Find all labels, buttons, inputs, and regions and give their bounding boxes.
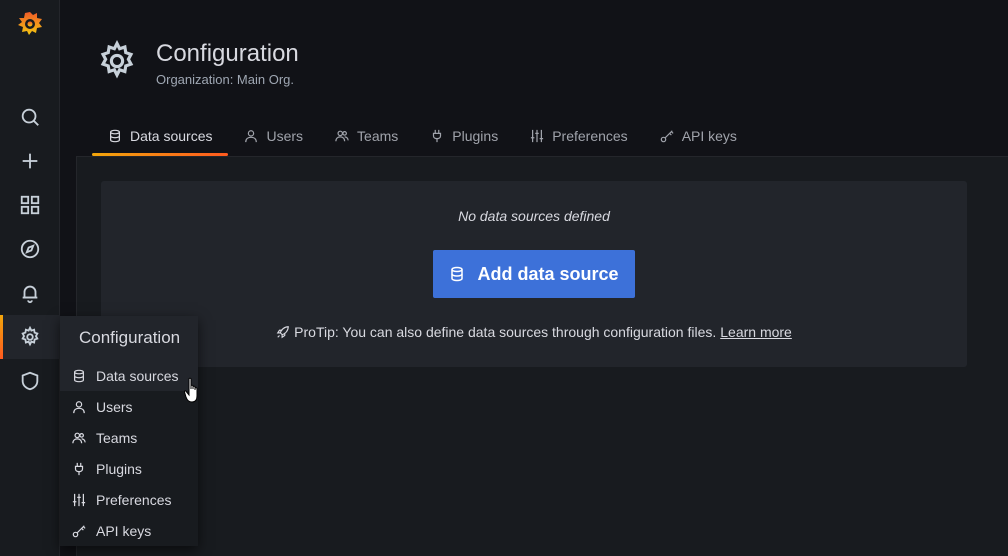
tab-preferences[interactable]: Preferences: [514, 118, 643, 156]
dropdown-item-label: API keys: [96, 522, 152, 539]
dropdown-item-label: Teams: [96, 429, 138, 446]
dropdown-item-label: Users: [96, 398, 133, 415]
dropdown-item-teams[interactable]: Teams: [60, 422, 198, 453]
sliders-icon: [72, 493, 86, 506]
dropdown-item-users[interactable]: Users: [60, 391, 198, 422]
nav-dashboards[interactable]: [0, 183, 60, 227]
rocket-icon: [276, 326, 289, 339]
dropdown-item-data-sources[interactable]: Data sources: [60, 360, 198, 391]
plug-icon: [433, 129, 442, 143]
nav-alerting[interactable]: [0, 271, 60, 315]
add-data-source-button[interactable]: Add data source: [433, 250, 635, 298]
tab-bar: Data sources Users Teams Plugins Prefere…: [92, 118, 753, 156]
bell-icon: [22, 285, 38, 304]
tab-plugins[interactable]: Plugins: [414, 118, 514, 156]
database-icon: [74, 369, 84, 382]
empty-list-card: No data sources defined Add data source …: [101, 181, 967, 367]
dropdown-item-preferences[interactable]: Preferences: [60, 484, 198, 515]
nav-configuration[interactable]: [0, 315, 60, 359]
hand-cursor-icon: [183, 377, 202, 405]
search-icon: [21, 108, 39, 126]
tab-label: Users: [266, 128, 304, 144]
dropdown-item-label: Data sources: [96, 367, 179, 384]
tab-users[interactable]: Users: [228, 118, 319, 156]
tab-data-sources[interactable]: Data sources: [92, 118, 229, 156]
dropdown-item-plugins[interactable]: Plugins: [60, 453, 198, 484]
grid-icon: [20, 195, 40, 215]
grafana-logo-icon[interactable]: [16, 10, 44, 38]
learn-more-link[interactable]: Learn more: [720, 324, 792, 340]
shield-icon: [21, 371, 39, 391]
nav-search[interactable]: [0, 95, 60, 139]
page-header: Configuration Organization: Main Org. Da…: [60, 0, 1008, 156]
dropdown-item-api-keys[interactable]: API keys: [60, 515, 198, 546]
tab-api-keys[interactable]: API keys: [644, 118, 753, 156]
database-icon: [110, 129, 120, 143]
compass-icon: [20, 239, 40, 259]
users-icon: [72, 432, 86, 443]
dropdown-header[interactable]: Configuration: [60, 316, 198, 360]
page-body: No data sources defined Add data source …: [76, 156, 1008, 556]
protip-text: ProTip: You can also define data sources…: [294, 324, 717, 340]
dropdown-item-label: Plugins: [96, 460, 142, 477]
tab-teams[interactable]: Teams: [319, 118, 414, 156]
tab-label: Preferences: [552, 128, 628, 144]
add-data-source-label: Add data source: [477, 263, 619, 284]
gear-icon: [96, 39, 138, 82]
plug-icon: [74, 462, 84, 475]
protip: ProTip: You can also define data sources…: [101, 324, 967, 340]
sidebar: [0, 0, 60, 556]
tab-label: API keys: [681, 128, 737, 144]
user-icon: [73, 400, 85, 413]
gear-icon: [21, 326, 39, 347]
database-icon: [451, 266, 464, 282]
nav-explore[interactable]: [0, 227, 60, 271]
page-title: Configuration: [156, 40, 299, 67]
empty-list-title: No data sources defined: [458, 208, 610, 224]
nav-create[interactable]: [0, 139, 60, 183]
tab-label: Data sources: [130, 128, 213, 144]
key-icon: [72, 524, 86, 537]
tab-label: Teams: [357, 128, 399, 144]
user-icon: [245, 130, 258, 143]
page-subtitle: Organization: Main Org.: [156, 72, 295, 87]
users-icon: [335, 130, 349, 142]
configuration-dropdown: Configuration Data sources Users Teams P…: [60, 316, 198, 546]
sliders-icon: [531, 129, 544, 143]
dropdown-item-label: Preferences: [96, 491, 172, 508]
plus-icon: [22, 153, 38, 169]
nav-server-admin[interactable]: [0, 359, 60, 403]
key-icon: [660, 130, 674, 143]
tab-label: Plugins: [452, 128, 499, 144]
